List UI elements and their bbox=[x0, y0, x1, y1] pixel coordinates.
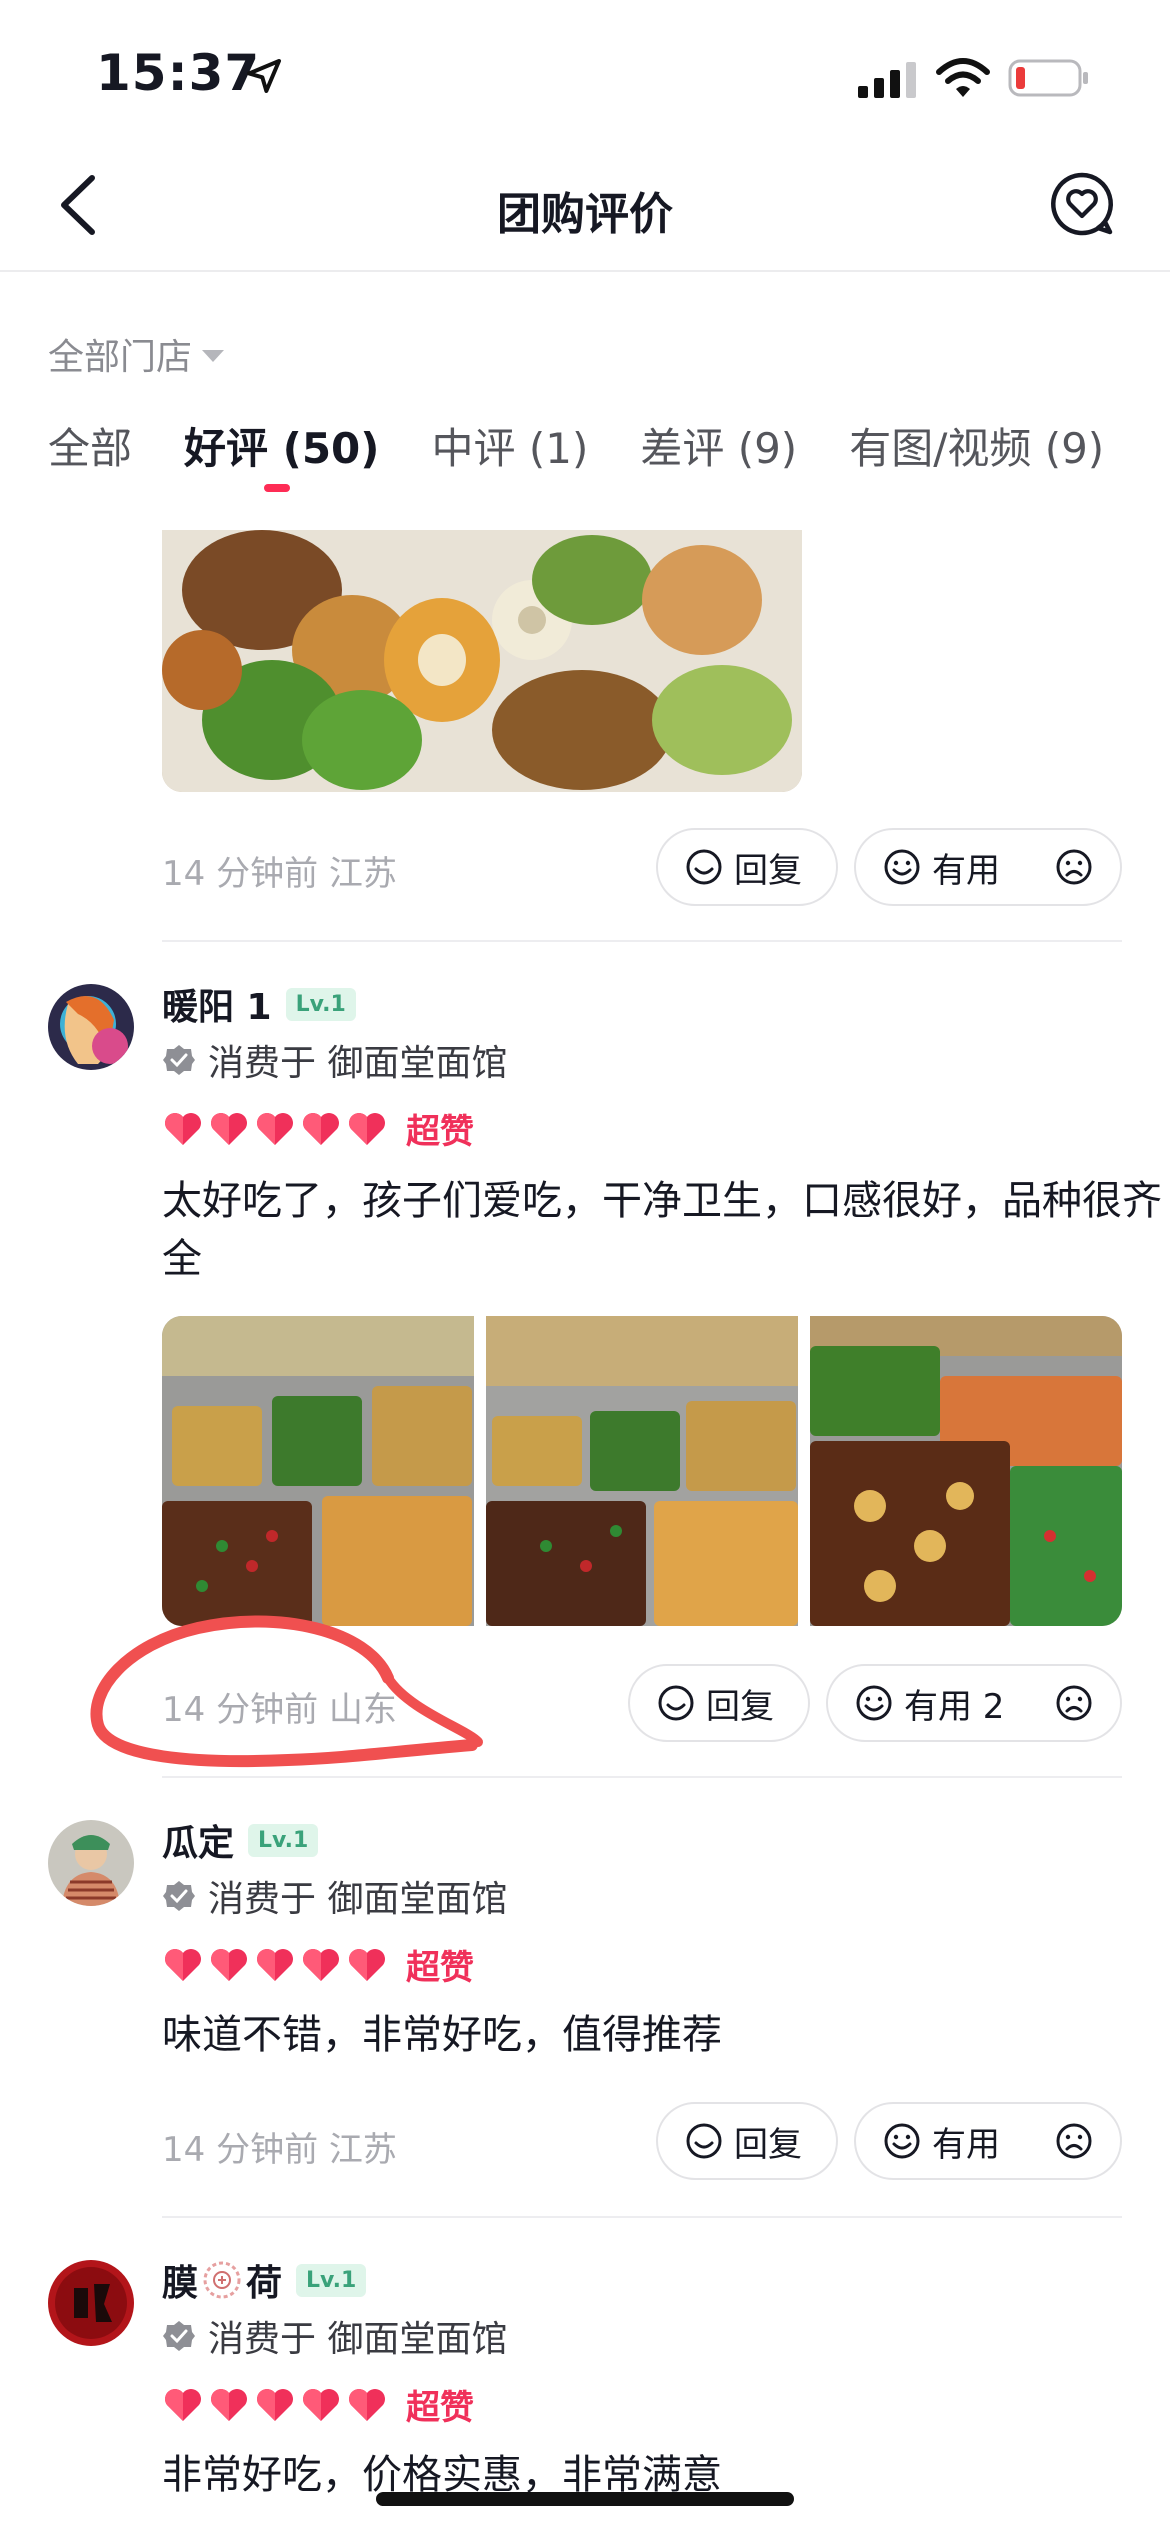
level-badge: Lv.1 bbox=[296, 2263, 367, 2297]
hand-drawn-circle-annotation bbox=[90, 1615, 483, 1768]
review-photo[interactable] bbox=[162, 530, 802, 792]
page-title: 团购评价 bbox=[497, 189, 673, 240]
username[interactable]: 瓜定 bbox=[162, 1814, 234, 1866]
rating-label: 超赞 bbox=[406, 2388, 474, 2428]
verified-check-icon bbox=[163, 1045, 195, 1075]
review-divider bbox=[162, 1776, 1122, 1778]
heart-icon bbox=[211, 2388, 247, 2421]
rating-hearts: 超赞 bbox=[162, 1940, 474, 1989]
consumed-store-label: 消费于 御面堂面馆 bbox=[208, 1043, 508, 1084]
tab-all[interactable]: 全部 bbox=[48, 415, 132, 476]
review-photo-1[interactable] bbox=[162, 1316, 474, 1626]
avatar[interactable] bbox=[48, 2260, 134, 2346]
chat-heart-icon[interactable] bbox=[1048, 170, 1116, 238]
tab-with-media[interactable]: 有图/视频 (9) bbox=[849, 415, 1104, 476]
username-row: 暖阳 1 Lv.1 bbox=[162, 978, 356, 1030]
heart-icon bbox=[349, 2388, 385, 2421]
heart-icon bbox=[165, 1112, 201, 1145]
review-text: 太好吃了，孩子们爱吃，干净卫生，口感很好，品种很齐全 bbox=[162, 1178, 1162, 1282]
heart-icon bbox=[211, 1112, 247, 1145]
heart-icon bbox=[257, 2388, 293, 2421]
avatar[interactable] bbox=[48, 1820, 134, 1906]
consumed-store: 消费于 御面堂面馆 bbox=[162, 2310, 507, 2362]
heart-icon bbox=[303, 2388, 339, 2421]
location-arrow-icon bbox=[247, 59, 281, 93]
rating-hearts: 超赞 bbox=[162, 1104, 474, 1153]
review-divider bbox=[162, 2216, 1122, 2218]
nav-divider bbox=[0, 270, 1170, 272]
reply-button[interactable]: 回复 bbox=[656, 828, 838, 906]
review-text: 味道不错，非常好吃，值得推荐 bbox=[162, 2012, 722, 2058]
review-meta: 14 分钟前 江苏 bbox=[162, 854, 397, 894]
heart-icon bbox=[303, 1948, 339, 1981]
reply-button[interactable]: 回复 bbox=[656, 2102, 838, 2180]
home-indicator bbox=[376, 2492, 794, 2506]
review-divider bbox=[162, 940, 1122, 942]
status-time: 15:37 bbox=[96, 44, 261, 102]
verified-check-icon bbox=[163, 2321, 195, 2351]
useful-label: 有用 2 bbox=[904, 1686, 1005, 1727]
wifi-icon bbox=[936, 58, 990, 97]
useful-button[interactable]: 有用 bbox=[854, 2102, 1122, 2180]
reply-label: 回复 bbox=[734, 2124, 802, 2165]
tab-positive[interactable]: 好评 (50) bbox=[184, 415, 379, 476]
rating-hearts: 超赞 bbox=[162, 2380, 474, 2429]
store-filter-label: 全部门店 bbox=[48, 337, 193, 378]
heart-icon bbox=[349, 1948, 385, 1981]
useful-button[interactable]: 有用 2 bbox=[826, 1664, 1122, 1742]
reply-label: 回复 bbox=[706, 1686, 774, 1727]
rating-label: 超赞 bbox=[406, 1948, 474, 1988]
useful-label: 有用 bbox=[932, 2124, 1000, 2165]
useful-button[interactable]: 有用 bbox=[854, 828, 1122, 906]
heart-icon bbox=[303, 1112, 339, 1145]
level-badge: Lv.1 bbox=[285, 987, 356, 1021]
reply-button[interactable]: 回复 bbox=[628, 1664, 810, 1742]
cellular-signal-icon bbox=[858, 62, 916, 98]
reply-icon bbox=[658, 1685, 694, 1721]
username[interactable]: 暖阳 1 bbox=[162, 978, 272, 1030]
reply-icon bbox=[686, 849, 722, 885]
username-row: 膜 荷 Lv.1 bbox=[162, 2254, 367, 2306]
store-filter-dropdown[interactable]: 全部门店 bbox=[48, 328, 225, 380]
avatar[interactable] bbox=[48, 984, 134, 1070]
heart-icon bbox=[211, 1948, 247, 1981]
username-row: 瓜定 Lv.1 bbox=[162, 1814, 319, 1866]
dropdown-triangle-icon bbox=[202, 350, 225, 362]
sad-face-icon[interactable] bbox=[1054, 2121, 1094, 2161]
review-photo-3[interactable] bbox=[810, 1316, 1122, 1626]
verified-check-icon bbox=[163, 1881, 195, 1911]
username-part[interactable]: 荷 bbox=[246, 2254, 282, 2306]
flower-emoji-icon bbox=[203, 2261, 241, 2299]
useful-label: 有用 bbox=[932, 850, 1000, 891]
consumed-store-label: 消费于 御面堂面馆 bbox=[208, 2319, 508, 2360]
heart-icon bbox=[165, 1948, 201, 1981]
smile-icon bbox=[856, 1685, 892, 1721]
tab-neutral[interactable]: 中评 (1) bbox=[431, 415, 588, 476]
level-badge: Lv.1 bbox=[248, 1823, 319, 1857]
reply-label: 回复 bbox=[734, 850, 802, 891]
sad-face-icon[interactable] bbox=[1054, 1683, 1094, 1723]
heart-icon bbox=[165, 2388, 201, 2421]
consumed-store: 消费于 御面堂面馆 bbox=[162, 1870, 507, 1922]
reply-icon bbox=[686, 2123, 722, 2159]
tab-indicator bbox=[264, 484, 290, 492]
heart-icon bbox=[257, 1948, 293, 1981]
smile-icon bbox=[884, 2123, 920, 2159]
heart-icon bbox=[257, 1112, 293, 1145]
sad-face-icon[interactable] bbox=[1054, 847, 1094, 887]
smile-icon bbox=[884, 849, 920, 885]
consumed-store: 消费于 御面堂面馆 bbox=[162, 1034, 507, 1086]
username-part[interactable]: 膜 bbox=[162, 2254, 198, 2306]
tab-negative[interactable]: 差评 (9) bbox=[640, 415, 797, 476]
heart-icon bbox=[349, 1112, 385, 1145]
review-photo-2[interactable] bbox=[486, 1316, 798, 1626]
consumed-store-label: 消费于 御面堂面馆 bbox=[208, 1879, 508, 1920]
rating-tabs: 全部 好评 (50) 中评 (1) 差评 (9) 有图/视频 (9) bbox=[48, 415, 1156, 476]
review-meta: 14 分钟前 江苏 bbox=[162, 2130, 397, 2170]
battery-low-icon bbox=[1008, 59, 1088, 97]
rating-label: 超赞 bbox=[406, 1112, 474, 1152]
